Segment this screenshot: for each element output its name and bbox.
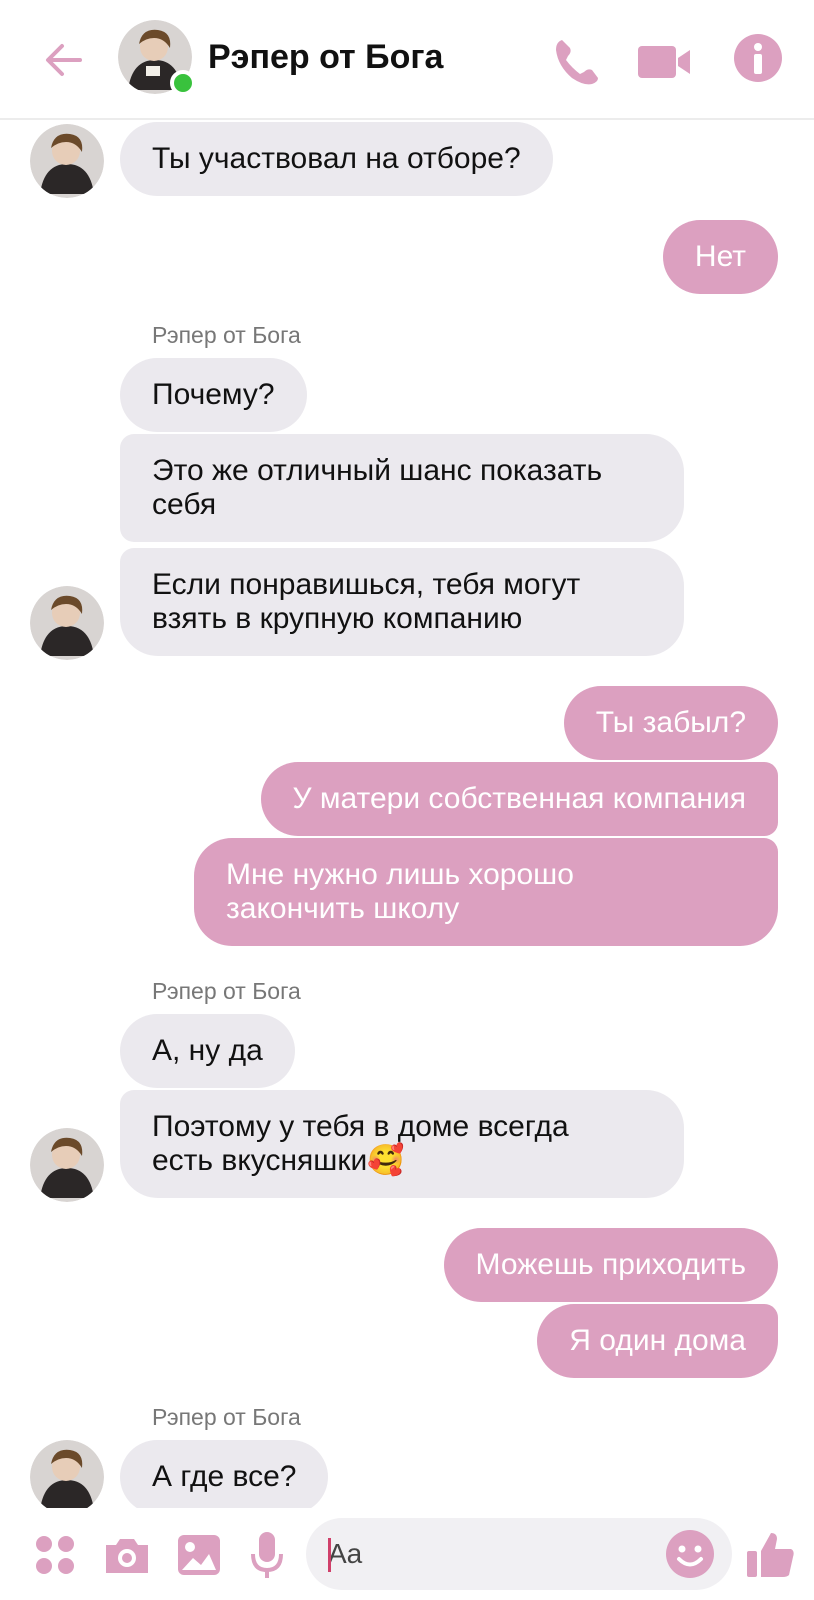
message-bubble-outgoing[interactable]: У матери собственная компания bbox=[260, 762, 778, 836]
sender-name: Рэпер от Бога bbox=[152, 1404, 301, 1430]
avatar[interactable] bbox=[30, 1128, 104, 1202]
camera-icon bbox=[106, 1539, 148, 1573]
gallery-button[interactable] bbox=[172, 1528, 226, 1582]
composer-bar bbox=[0, 1508, 814, 1600]
sender-name: Рэпер от Бога bbox=[152, 322, 301, 348]
call-button[interactable] bbox=[548, 34, 604, 90]
conversation-title[interactable]: Рэпер от Бога bbox=[208, 38, 443, 77]
message-bubble-outgoing[interactable]: Я один дома bbox=[537, 1304, 778, 1378]
message-text-line: себя bbox=[152, 488, 217, 521]
like-button[interactable] bbox=[744, 1528, 798, 1582]
message-text: Нет bbox=[694, 240, 746, 273]
message-text: Ты забыл? bbox=[595, 706, 746, 739]
message-bubble-incoming[interactable]: А, ну да bbox=[120, 1014, 295, 1088]
online-status-indicator bbox=[170, 70, 196, 96]
message-input[interactable] bbox=[328, 1518, 648, 1590]
message-text-line: Поэтому у тебя в доме всегда bbox=[152, 1110, 569, 1143]
message-bubble-incoming[interactable]: Почему? bbox=[120, 358, 307, 432]
message-bubble-outgoing[interactable]: Ты забыл? bbox=[563, 686, 778, 760]
message-text-line: есть вкусняшки🥰 bbox=[152, 1144, 405, 1177]
sender-name: Рэпер от Бога bbox=[152, 978, 301, 1004]
text-cursor bbox=[328, 1538, 331, 1572]
message-bubble-incoming[interactable]: Это же отличный шанс показать себя bbox=[120, 434, 684, 542]
message-text-line: Это же отличный шанс показать bbox=[152, 454, 603, 487]
message-text: Почему? bbox=[152, 378, 275, 411]
emoji-button[interactable] bbox=[664, 1528, 716, 1580]
message-text: А, ну да bbox=[152, 1034, 263, 1067]
avatar[interactable] bbox=[30, 124, 104, 198]
message-list[interactable]: Ты участвовал на отборе? Нет Рэпер от Бо… bbox=[0, 122, 814, 1508]
message-bubble-incoming[interactable]: Ты участвовал на отборе? bbox=[120, 122, 553, 196]
avatar[interactable] bbox=[30, 586, 104, 660]
info-button[interactable] bbox=[732, 32, 784, 84]
message-text: Можешь приходить bbox=[475, 1248, 746, 1281]
message-text: Я один дома bbox=[569, 1324, 746, 1357]
message-text: Ты участвовал на отборе? bbox=[152, 142, 521, 175]
message-input-container[interactable] bbox=[306, 1518, 732, 1590]
conversation-header: Рэпер от Бога bbox=[0, 0, 814, 120]
message-text-line: Если понравишься, тебя могут bbox=[152, 568, 581, 601]
four-dots-icon bbox=[36, 1536, 74, 1574]
message-text: У матери собственная компания bbox=[292, 782, 746, 815]
video-call-button[interactable] bbox=[636, 38, 694, 86]
thumbs-up-icon bbox=[747, 1533, 794, 1577]
more-actions-button[interactable] bbox=[28, 1528, 82, 1582]
back-button[interactable] bbox=[38, 34, 90, 86]
camera-button[interactable] bbox=[100, 1528, 154, 1582]
microphone-icon bbox=[251, 1532, 283, 1578]
message-bubble-incoming[interactable]: Поэтому у тебя в доме всегда есть вкусня… bbox=[120, 1090, 684, 1198]
smiley-icon bbox=[666, 1530, 714, 1578]
message-text-line: закончить школу bbox=[226, 892, 460, 925]
message-text-line: Мне нужно лишь хорошо bbox=[226, 858, 574, 891]
image-icon bbox=[178, 1535, 220, 1575]
message-bubble-outgoing[interactable]: Нет bbox=[662, 220, 778, 294]
message-bubble-outgoing[interactable]: Мне нужно лишь хорошо закончить школу bbox=[194, 838, 778, 946]
message-text-line: взять в крупную компанию bbox=[152, 602, 523, 635]
message-bubble-incoming[interactable]: А где все? bbox=[120, 1440, 329, 1508]
avatar[interactable] bbox=[30, 1440, 104, 1508]
message-bubble-incoming[interactable]: Если понравишься, тебя могут взять в кру… bbox=[120, 548, 684, 656]
message-bubble-outgoing[interactable]: Можешь приходить bbox=[443, 1228, 778, 1302]
arrow-left-icon bbox=[46, 44, 82, 76]
phone-icon bbox=[556, 40, 598, 85]
voice-record-button[interactable] bbox=[240, 1528, 294, 1582]
contact-avatar[interactable] bbox=[118, 20, 196, 96]
info-icon bbox=[734, 34, 782, 82]
video-camera-icon bbox=[638, 46, 690, 78]
message-text: А где все? bbox=[152, 1460, 297, 1493]
